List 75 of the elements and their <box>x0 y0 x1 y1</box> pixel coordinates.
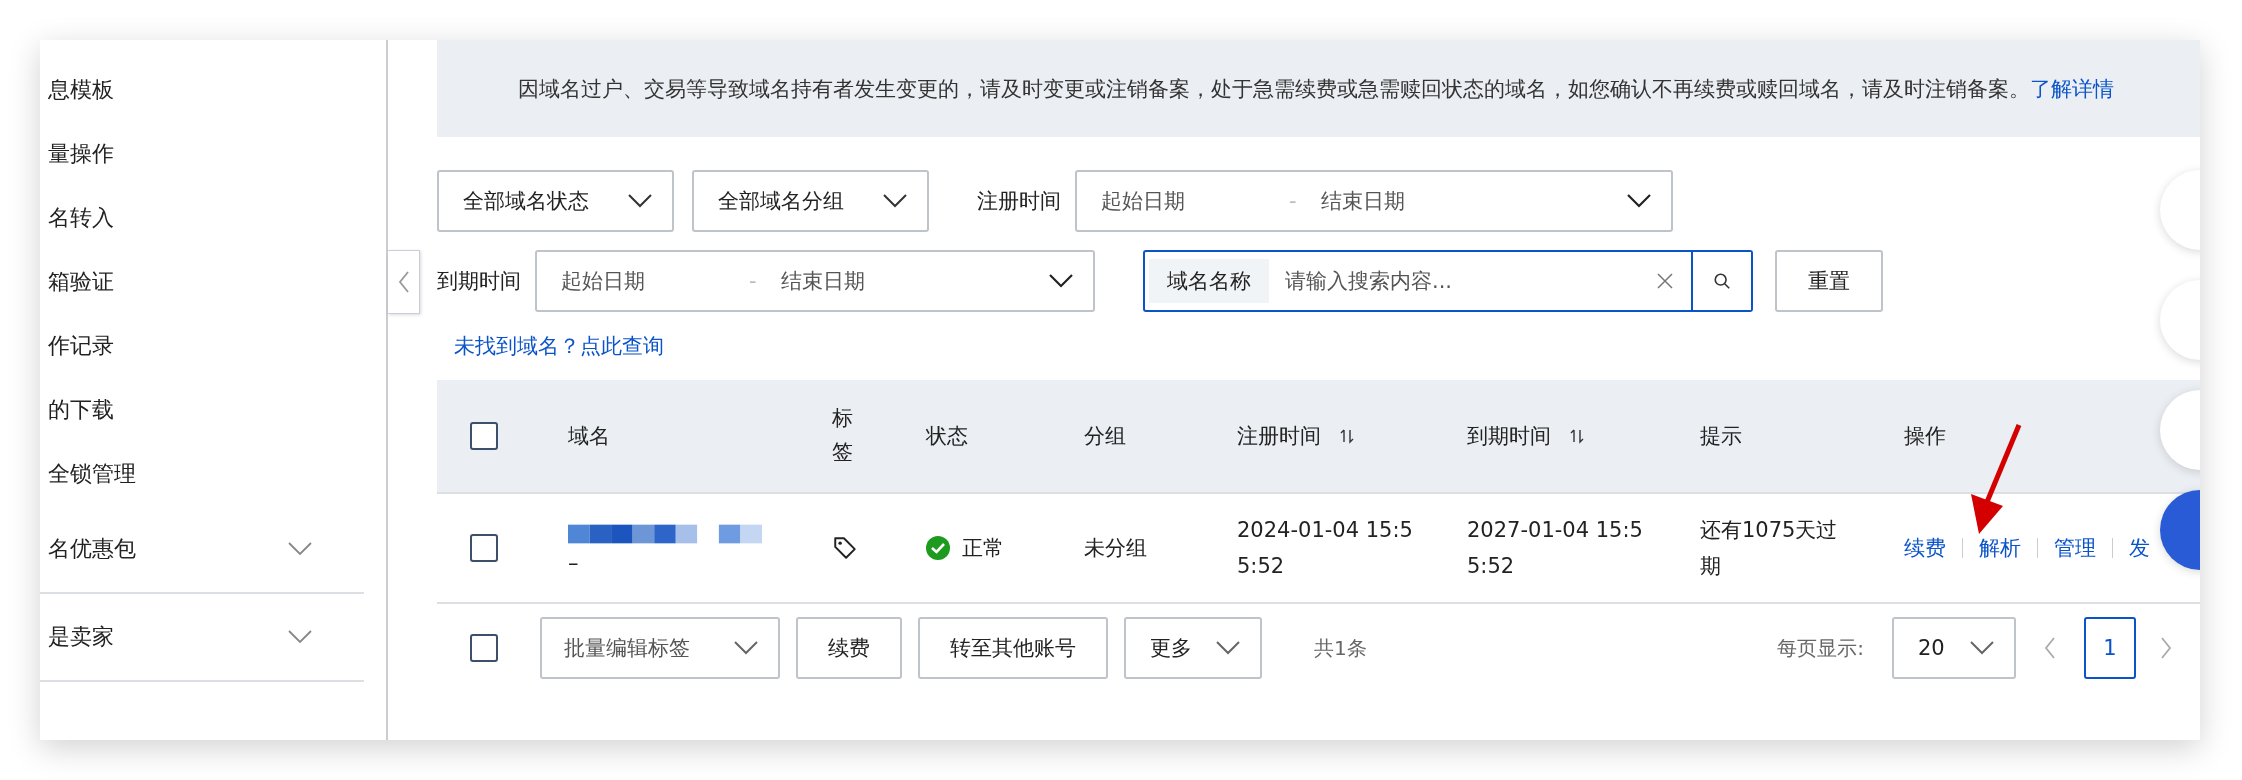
search-icon <box>1713 272 1731 290</box>
end-date-placeholder: 结束日期 <box>781 268 866 295</box>
column-header: 操作 <box>1904 423 1946 450</box>
column-header: 域名 <box>568 423 610 450</box>
check-circle-icon <box>926 536 950 560</box>
notice-text: 因域名过户、交易等导致域名持有者发生变更的，请及时变更或注销备案，处于急需续费或急需赎回状态的域名，如您确认不再续费或赎回域名，请及时注销备案。了解详情 <box>518 75 2114 103</box>
action-link[interactable]: 续费 <box>1904 534 1946 562</box>
end-date-placeholder: 结束日期 <box>1321 188 1406 215</box>
column-header: 提示 <box>1700 423 1742 450</box>
chevron-down-icon <box>1216 641 1240 655</box>
action-link[interactable]: 解析 <box>1979 534 2021 562</box>
more-select[interactable]: 更多 <box>1124 617 1262 679</box>
search-field-label: 域名名称 <box>1149 259 1269 303</box>
start-date-placeholder: 起始日期 <box>561 268 646 295</box>
table-cell-text: 2027-01-04 15:55:52 <box>1467 517 1643 580</box>
sidebar-item[interactable]: 箱验证 <box>40 250 386 314</box>
range-separator: - <box>1289 189 1298 213</box>
sidebar-group[interactable]: 名优惠包 <box>40 516 364 582</box>
page-size-label: 每页显示: <box>1777 634 1864 662</box>
sidebar-item[interactable]: 名转入 <box>40 186 386 250</box>
status-select[interactable]: 全部域名状态 <box>437 170 674 232</box>
not-found-link[interactable]: 未找到域名？点此查询 <box>454 332 664 360</box>
checkbox[interactable] <box>470 634 498 662</box>
range-separator: - <box>749 269 758 293</box>
action-link[interactable]: 管理 <box>2054 534 2096 562</box>
chevron-left-icon <box>397 271 410 293</box>
group-select[interactable]: 全部域名分组 <box>692 170 929 232</box>
sidebar-item[interactable]: 量操作 <box>40 122 386 186</box>
sortable-column-header[interactable]: 到期时间 <box>1467 422 1585 450</box>
expiry-time-label: 到期时间 <box>437 268 521 295</box>
action-link[interactable]: 发 <box>2129 534 2150 562</box>
sidebar-item[interactable]: 全锁管理 <box>40 442 386 506</box>
sort-icon <box>1339 428 1355 444</box>
table-cell-text: 未分组 <box>1084 535 1147 562</box>
column-header: 标签 <box>832 405 853 466</box>
search-field[interactable]: 域名名称 请输入搜索内容... <box>1143 250 1753 312</box>
search-button[interactable] <box>1691 252 1751 310</box>
batch-edit-tags-select[interactable]: 批量编辑标签 <box>540 617 780 679</box>
chevron-down-icon <box>1970 641 1994 655</box>
chevron-icon <box>288 630 312 644</box>
checkbox[interactable] <box>470 534 498 562</box>
column-header: 分组 <box>1084 423 1126 450</box>
checkbox[interactable] <box>470 422 498 450</box>
page-size-select[interactable]: 20 <box>1892 617 2016 679</box>
sidebar-item[interactable]: 的下载 <box>40 378 386 442</box>
page-button[interactable]: 1 <box>2084 617 2136 679</box>
domain-suffix: – <box>568 551 579 575</box>
chevron-icon <box>288 542 312 556</box>
reset-button[interactable]: 重置 <box>1775 250 1883 312</box>
chevron-down-icon <box>628 194 652 208</box>
next-page-icon[interactable] <box>2160 637 2172 659</box>
chevron-down-icon <box>1049 274 1073 288</box>
expiry-date-range[interactable]: 起始日期 - 结束日期 <box>535 250 1095 312</box>
footer-button[interactable]: 转至其他账号 <box>918 617 1108 679</box>
table-cell-text: 2024-01-04 15:55:52 <box>1237 517 1413 580</box>
sidebar-item[interactable]: 作记录 <box>40 314 386 378</box>
details-link[interactable]: 了解详情 <box>2030 76 2114 101</box>
sidebar-group[interactable]: 是卖家 <box>40 604 364 670</box>
start-date-placeholder: 起始日期 <box>1101 188 1186 215</box>
chevron-down-icon <box>1627 194 1651 208</box>
close-icon[interactable] <box>1657 273 1673 289</box>
total-count: 共1条 <box>1314 634 1367 662</box>
table-cell-text: 还有1075天过期 <box>1700 517 1839 580</box>
sidebar-item[interactable]: 息模板 <box>40 58 386 122</box>
chevron-down-icon <box>883 194 907 208</box>
tag-icon[interactable] <box>832 535 858 561</box>
sort-icon <box>1569 428 1585 444</box>
previous-page-icon[interactable] <box>2044 637 2056 659</box>
sortable-column-header[interactable]: 注册时间 <box>1237 422 1355 450</box>
chevron-down-icon <box>734 641 758 655</box>
footer-button[interactable]: 续费 <box>796 617 902 679</box>
registration-date-range[interactable]: 起始日期 - 结束日期 <box>1075 170 1673 232</box>
status-text: 正常 <box>962 535 1004 562</box>
column-header: 状态 <box>926 423 968 450</box>
registration-time-label: 注册时间 <box>977 188 1061 215</box>
